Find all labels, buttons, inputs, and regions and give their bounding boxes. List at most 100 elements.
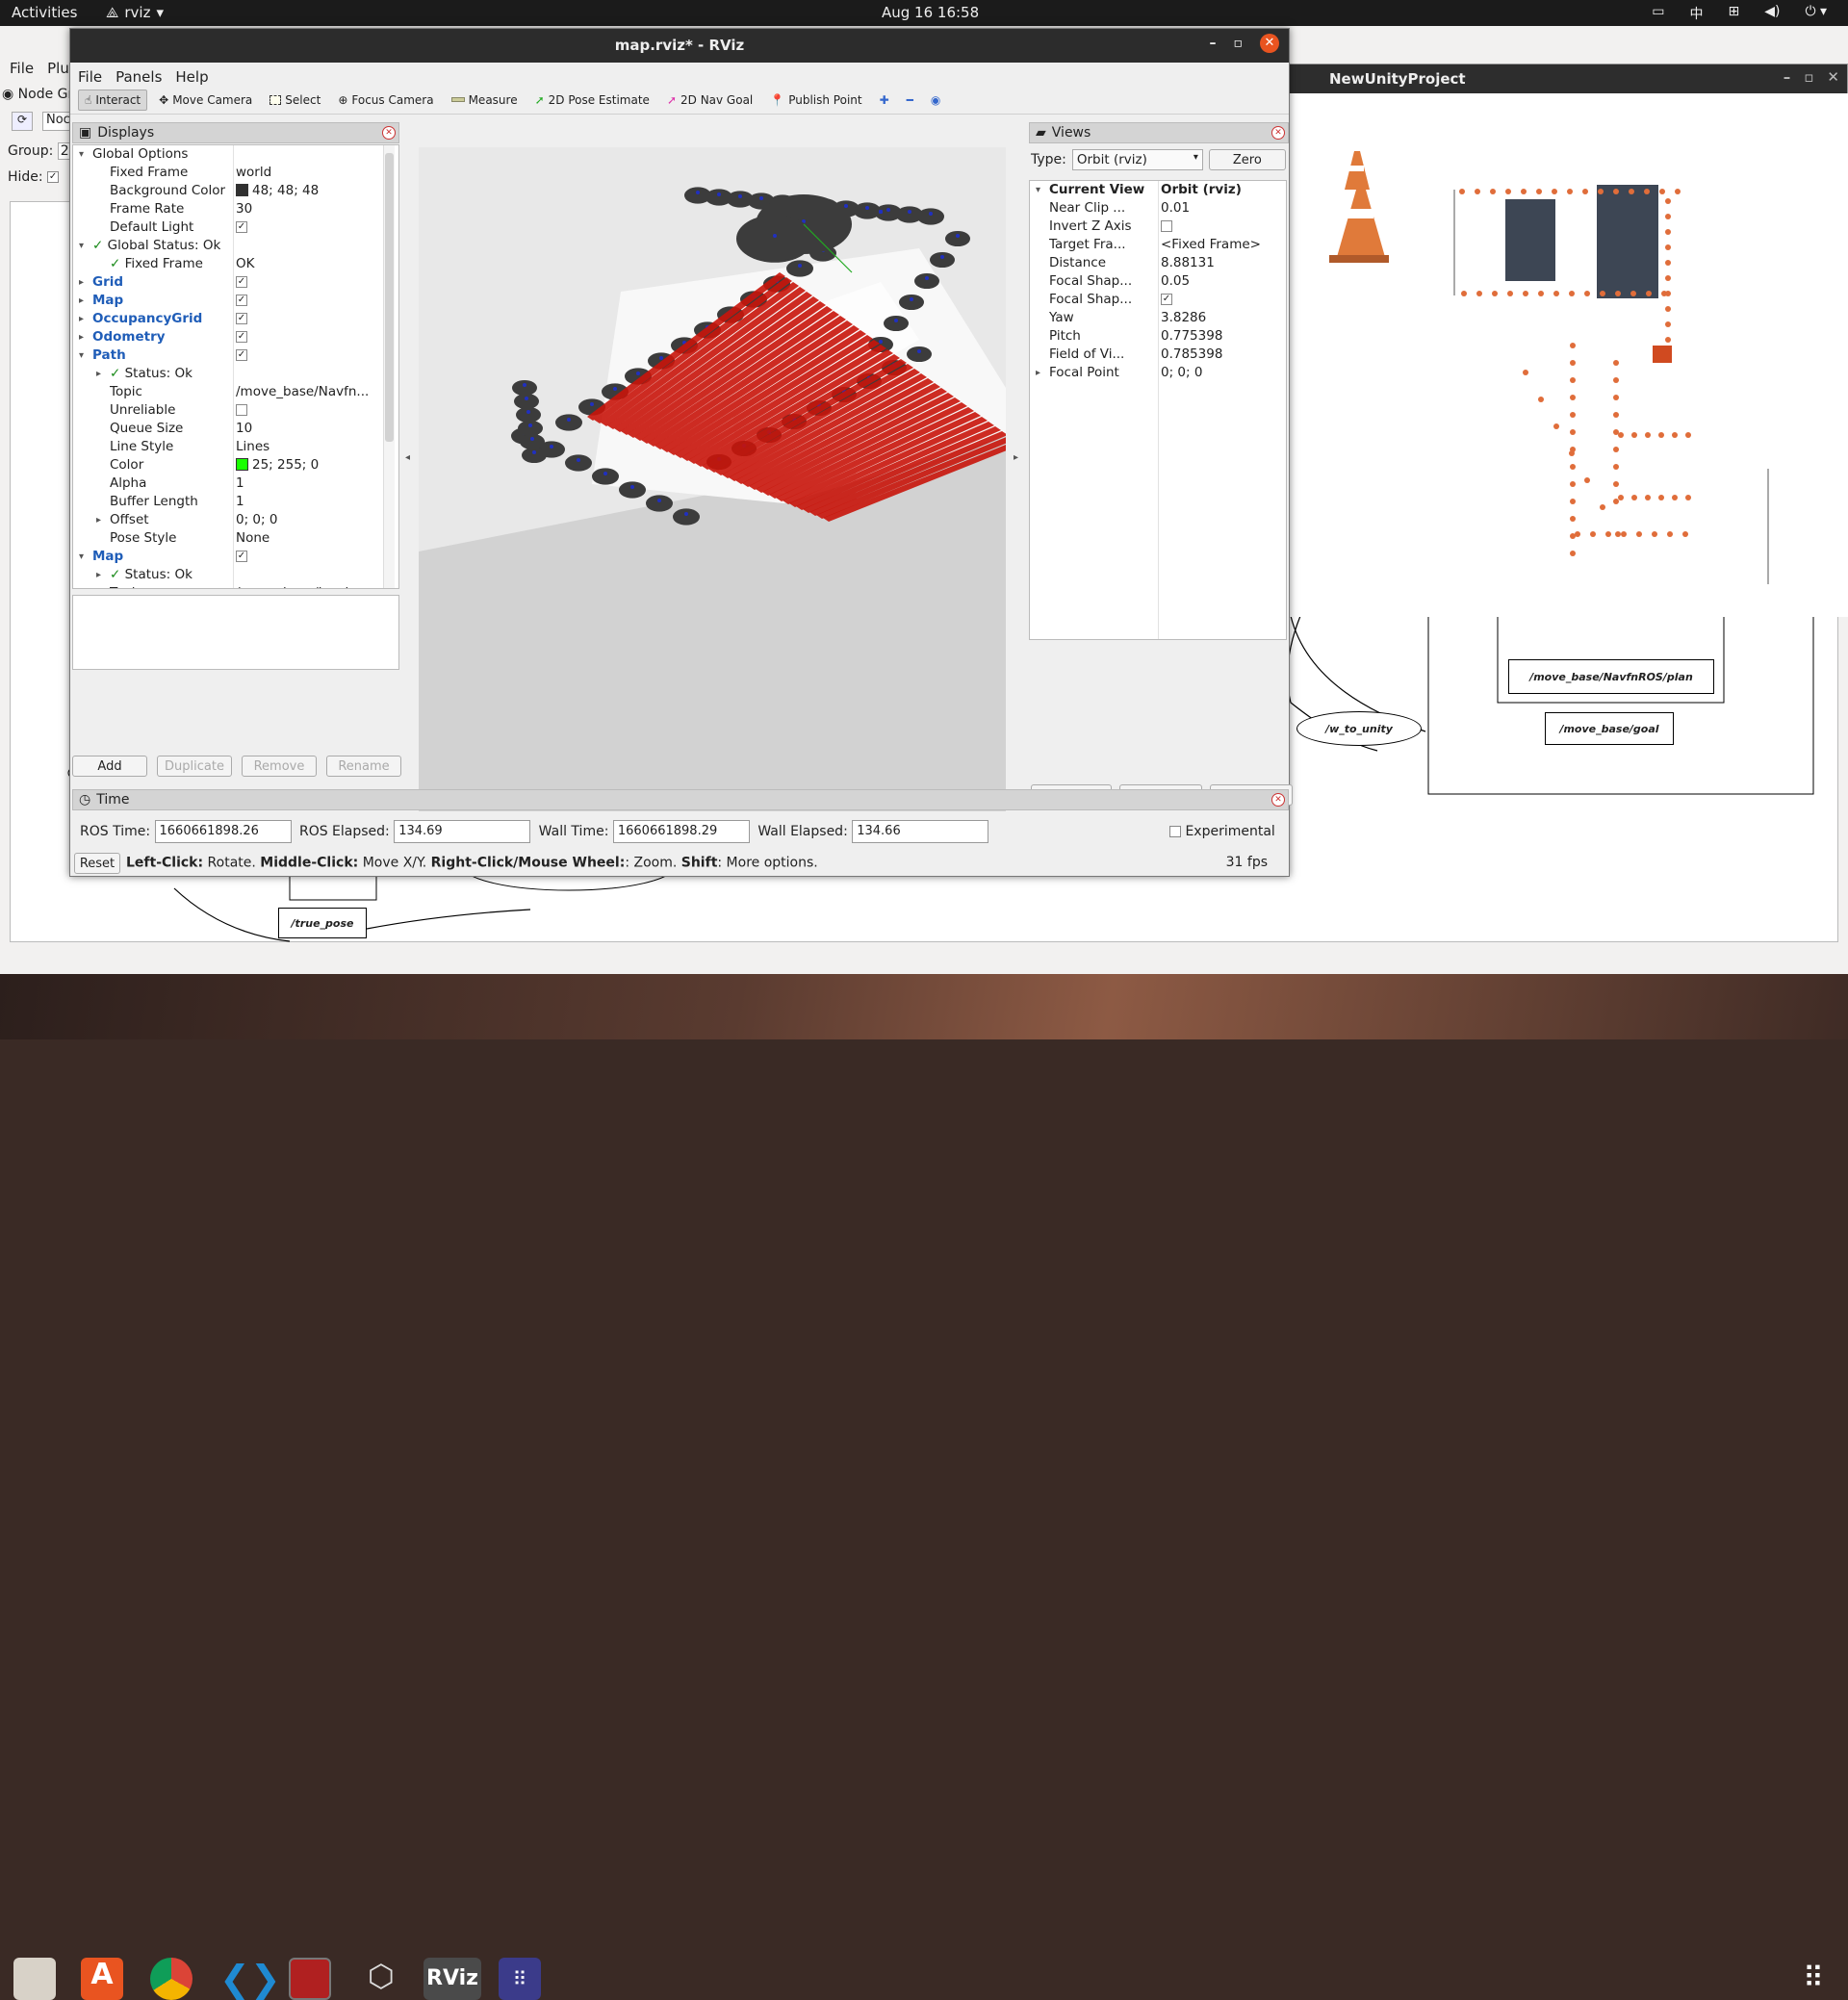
display-value-cell[interactable]: OK	[236, 255, 380, 273]
tool-2d-nav-goal[interactable]: ➚ 2D Nav Goal	[661, 90, 758, 110]
unity-titlebar[interactable]: NewUnityProject – ▫ ✕	[1289, 64, 1847, 93]
checkbox[interactable]: ✓	[236, 313, 247, 324]
displays-tree[interactable]: ▾ Global Options Fixed Frame world Backgroun…	[72, 144, 399, 589]
color-swatch[interactable]	[236, 458, 248, 471]
checkbox[interactable]: ✓	[1161, 294, 1172, 305]
files-icon[interactable]	[13, 1958, 56, 2000]
zero-button[interactable]: Zero	[1208, 149, 1286, 170]
expand-down-icon[interactable]: ▾	[79, 346, 84, 365]
display-value-cell[interactable]: ✓	[236, 292, 380, 310]
display-row[interactable]: Topic/move_base/Navfn...	[73, 383, 398, 401]
graph-node-w-to-unity[interactable]: /w_to_unity	[1296, 711, 1422, 746]
unity-scene-view[interactable]	[1289, 93, 1848, 617]
graph-node-navfn-plan[interactable]: /move_base/NavfnROS/plan	[1508, 659, 1714, 694]
view-value-cell[interactable]: <Fixed Frame>	[1161, 236, 1286, 254]
menu-panels[interactable]: Panels	[116, 68, 162, 86]
view-value-cell[interactable]	[1161, 218, 1286, 236]
checkbox[interactable]	[236, 404, 247, 416]
display-value-cell[interactable]: None	[236, 529, 380, 548]
reset-button[interactable]: Reset	[74, 853, 120, 874]
chrome-icon[interactable]	[150, 1958, 192, 2000]
activities-button[interactable]: Activities	[12, 4, 77, 21]
view-value-cell[interactable]: 8.88131	[1161, 254, 1286, 272]
3d-render-viewport[interactable]	[419, 147, 1006, 811]
display-value-cell[interactable]: ✓	[236, 218, 380, 237]
display-row[interactable]: ▾ ✓ Global Status: Ok	[73, 237, 398, 255]
menu-help[interactable]: Help	[175, 68, 208, 86]
display-row[interactable]: Default Light ✓	[73, 218, 398, 237]
expand-right-icon[interactable]: ▸	[96, 511, 101, 529]
display-value-cell[interactable]: ✓	[236, 548, 380, 566]
app-menu[interactable]: ⟁ rviz ▾	[106, 4, 164, 21]
display-value-cell[interactable]: /move_base/Navfn...	[236, 383, 380, 401]
display-row[interactable]: ▸ Odometry ✓	[73, 328, 398, 346]
display-row[interactable]: Fixed Frame world	[73, 164, 398, 182]
view-type-select[interactable]: Orbit (rviz) ▾	[1071, 149, 1203, 170]
expand-right-icon[interactable]: ▸	[79, 292, 84, 310]
expand-down-icon[interactable]: ▾	[79, 548, 84, 566]
display-row[interactable]: ▸ Offset 0; 0; 0	[73, 511, 398, 529]
graph-node-goal[interactable]: /move_base/goal	[1545, 712, 1674, 745]
display-row[interactable]: ▸ Map ✓	[73, 292, 398, 310]
expand-right-icon[interactable]: ▸	[79, 310, 84, 328]
close-icon[interactable]: ✕	[382, 126, 396, 140]
close-icon[interactable]: ✕	[1271, 793, 1285, 807]
close-icon[interactable]: ✕	[1271, 126, 1285, 140]
rviz-icon[interactable]: RViz	[424, 1958, 481, 2000]
rqt-menu-file[interactable]: File	[10, 60, 34, 83]
expand-down-icon[interactable]: ▾	[79, 237, 84, 255]
expand-right-icon[interactable]: ▸	[79, 273, 84, 292]
view-value-cell[interactable]: 0.05	[1161, 272, 1286, 291]
display-row[interactable]: Topic/move_base/local_c...	[73, 584, 398, 588]
display-value-cell[interactable]: ✓	[236, 273, 380, 292]
display-row[interactable]: ▾ Map ✓	[73, 548, 398, 566]
add-tool-button[interactable]: ✚	[874, 90, 895, 110]
ros-elapsed-field[interactable]: 134.69	[394, 820, 531, 843]
duplicate-display-button[interactable]: Duplicate	[157, 756, 232, 777]
display-value-cell[interactable]: 25; 255; 0	[236, 456, 380, 474]
display-row[interactable]: ▸ ✓ Status: Ok	[73, 365, 398, 383]
node-graph-tab[interactable]: Node Gr	[18, 87, 74, 102]
maximize-icon[interactable]: ▫	[1234, 36, 1244, 51]
close-icon[interactable]: ✕	[1827, 68, 1839, 86]
menu-file[interactable]: File	[78, 68, 102, 86]
experimental-checkbox[interactable]	[1169, 826, 1181, 837]
column-divider[interactable]	[233, 145, 234, 588]
app-center-icon[interactable]: A	[81, 1958, 123, 2000]
minimize-icon[interactable]: –	[1784, 68, 1791, 86]
tool-focus-camera[interactable]: ⊕ Focus Camera	[332, 90, 439, 110]
wall-time-field[interactable]: 1660661898.29	[612, 820, 750, 843]
display-value-cell[interactable]: 1	[236, 493, 380, 511]
show-apps-icon[interactable]: ⠿	[1792, 1958, 1835, 2000]
display-value-cell[interactable]: /move_base/local_c...	[236, 584, 380, 588]
tool-move-camera[interactable]: ✥ Move Camera	[153, 90, 258, 110]
add-display-button[interactable]: Add	[72, 756, 147, 777]
apps-grid-icon[interactable]: ⠿	[499, 1958, 541, 2000]
minimize-icon[interactable]: –	[1210, 36, 1217, 51]
checkbox[interactable]: ✓	[236, 221, 247, 233]
expand-right-icon[interactable]: ▸	[96, 566, 101, 584]
rqt-menu-plugins[interactable]: Plu	[47, 60, 69, 83]
display-row[interactable]: ▾ Global Options	[73, 145, 398, 164]
close-icon[interactable]: ✕	[1260, 34, 1279, 53]
display-value-cell[interactable]	[236, 401, 380, 420]
checkbox[interactable]	[1161, 220, 1172, 232]
tool-select[interactable]: Select	[264, 90, 326, 110]
remove-display-button[interactable]: Remove	[242, 756, 317, 777]
view-value-cell[interactable]: 3.8286	[1161, 309, 1286, 327]
display-value-cell[interactable]: 30	[236, 200, 380, 218]
display-row[interactable]: ✓ Fixed Frame OK	[73, 255, 398, 273]
rename-display-button[interactable]: Rename	[326, 756, 401, 777]
clock[interactable]: Aug 16 16:58	[882, 4, 979, 21]
ros-time-field[interactable]: 1660661898.26	[154, 820, 292, 843]
display-value-cell[interactable]: 10	[236, 420, 380, 438]
display-row[interactable]: ▸ OccupancyGrid ✓	[73, 310, 398, 328]
checkbox[interactable]: ✓	[236, 331, 247, 343]
system-tray[interactable]: ▭ 中 ⊞ ◀) ⏻ ▾	[1652, 4, 1827, 23]
display-row[interactable]: Buffer Length 1	[73, 493, 398, 511]
tool-2d-pose-estimate[interactable]: ➚ 2D Pose Estimate	[529, 90, 655, 110]
node-filter-select[interactable]: Noc	[42, 112, 71, 131]
view-value-cell[interactable]: 0.01	[1161, 199, 1286, 218]
hide-checkbox[interactable]: ✓	[47, 171, 60, 183]
display-value-cell[interactable]: ✓	[236, 310, 380, 328]
